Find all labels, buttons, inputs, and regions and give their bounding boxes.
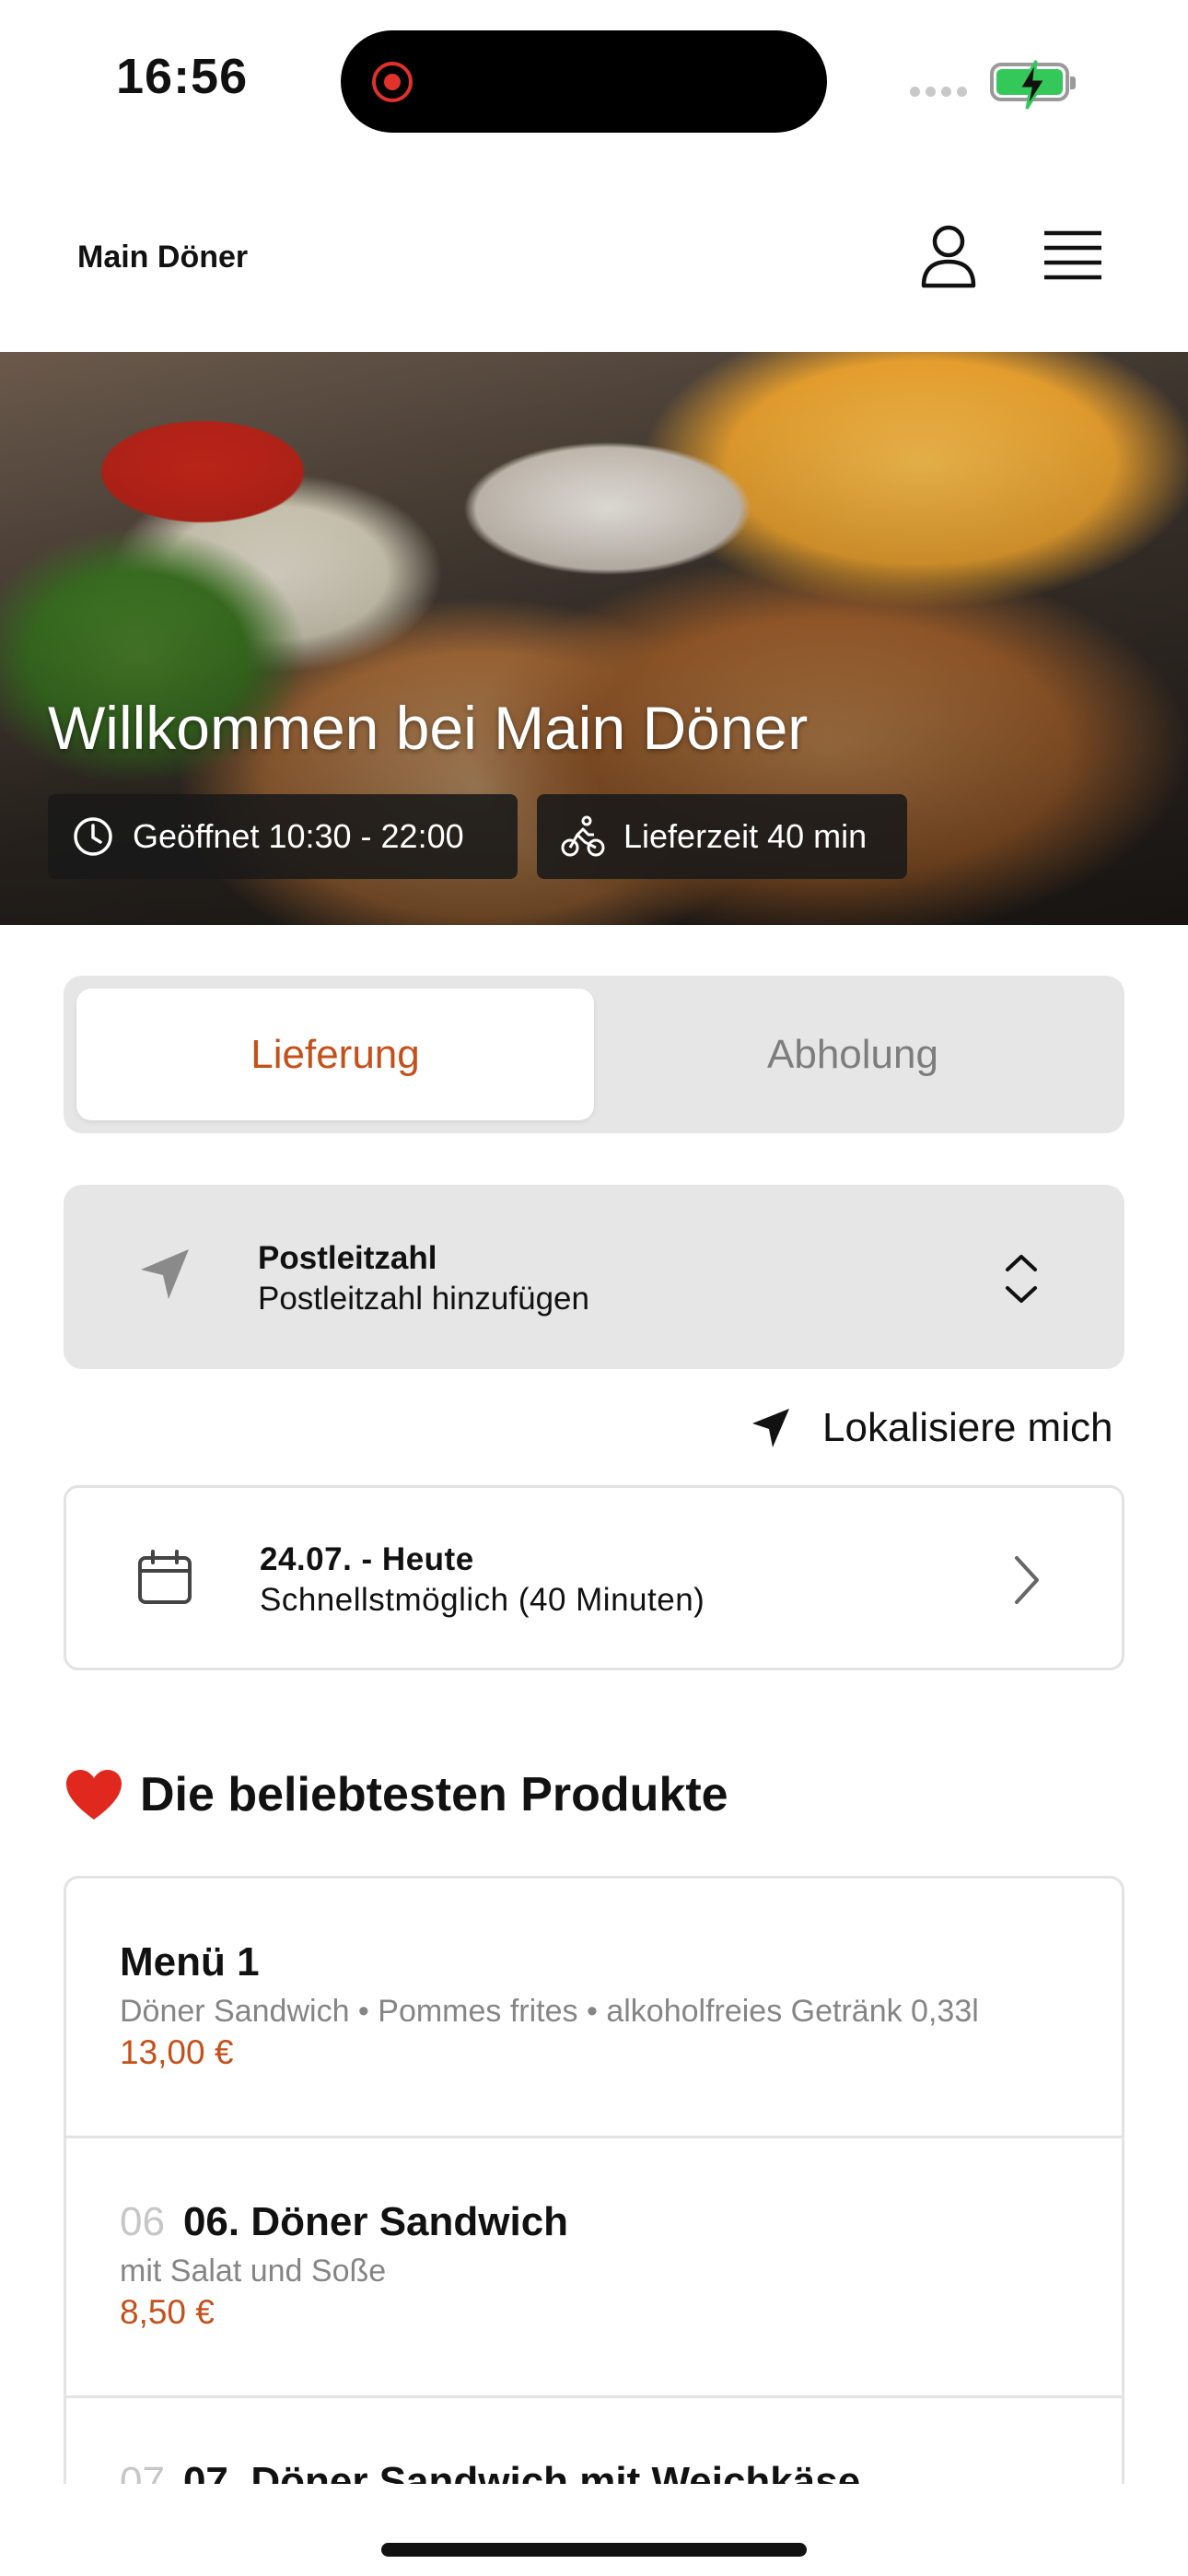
product-list: Menü 1 Döner Sandwich • Pommes frites • … [64,1876,1124,2484]
product-name: 07 07. Döner Sandwich mit Weichkäse [120,2459,860,2484]
hero-title: Willkommen bei Main Döner [48,694,809,762]
hamburger-menu-icon[interactable] [1041,228,1105,284]
status-time: 16:56 [116,49,249,104]
opening-hours-text: Geöffnet 10:30 - 22:00 [133,817,464,855]
product-card[interactable]: 07 07. Döner Sandwich mit Weichkäse [66,2398,1122,2484]
postal-code-placeholder: Postleitzahl hinzufügen [258,1281,589,1317]
postal-code-label: Postleitzahl [258,1240,437,1276]
recording-indicator-icon [372,62,413,102]
delivery-time-badge: Lieferzeit 40 min [537,794,907,879]
brand-name[interactable]: Main Döner [77,240,248,275]
chevron-right-icon [1015,1556,1039,1604]
tab-delivery[interactable]: Lieferung [76,989,594,1120]
heart-icon [66,1770,122,1820]
battery-icon [990,60,1076,110]
locate-me-label: Lokalisiere mich [822,1405,1113,1450]
delivery-mode-toggle: Lieferung Abholung [64,976,1124,1133]
clock-icon [74,817,112,856]
product-price: 13,00 € [120,2033,234,2071]
product-card[interactable]: 06 06. Döner Sandwich mit Salat und Soße … [66,2138,1122,2398]
delivery-date: 24.07. - Heute [260,1541,474,1577]
home-indicator[interactable] [381,2543,807,2557]
popular-products-heading: Die beliebtesten Produkte [64,1767,728,1822]
delivery-time-selector[interactable]: 24.07. - Heute Schnellstmöglich (40 Minu… [64,1485,1124,1670]
delivery-time-text: Lieferzeit 40 min [623,817,868,855]
product-name: 06 06. Döner Sandwich [120,2199,568,2245]
product-name: Menü 1 [120,1939,260,1985]
product-number: 07 [120,2459,165,2484]
postal-code-selector[interactable]: Postleitzahl Postleitzahl hinzufügen [64,1185,1124,1369]
opening-hours-badge: Geöffnet 10:30 - 22:00 [48,794,518,879]
bike-courier-icon [561,815,605,857]
chevron-up-down-icon [1006,1255,1037,1303]
popular-products-title: Die beliebtesten Produkte [140,1768,728,1821]
signal-icon [910,87,967,97]
navigation-arrow-icon [752,1409,789,1447]
tab-pickup[interactable]: Abholung [594,989,1112,1120]
hero-banner: Willkommen bei Main Döner Geöffnet 10:30… [0,352,1188,925]
locate-me-button[interactable]: Lokalisiere mich [751,1400,1112,1456]
delivery-time-option: Schnellstmöglich (40 Minuten) [260,1582,705,1618]
product-title: 07. Döner Sandwich mit Weichkäse [182,2459,861,2484]
location-arrow-icon [141,1249,189,1299]
status-bar: 16:56 [0,0,1188,157]
user-icon[interactable] [916,223,981,289]
product-description: Döner Sandwich • Pommes frites • alkohol… [120,1994,979,2029]
dynamic-island [341,30,827,133]
app-header: Main Döner [0,157,1188,352]
calendar-icon [138,1550,192,1604]
product-number: 06 [120,2199,165,2244]
product-title: 06. Döner Sandwich [182,2199,569,2244]
product-price: 8,50 € [120,2293,215,2331]
product-card[interactable]: Menü 1 Döner Sandwich • Pommes frites • … [66,1879,1122,2138]
product-description: mit Salat und Soße [120,2254,387,2289]
